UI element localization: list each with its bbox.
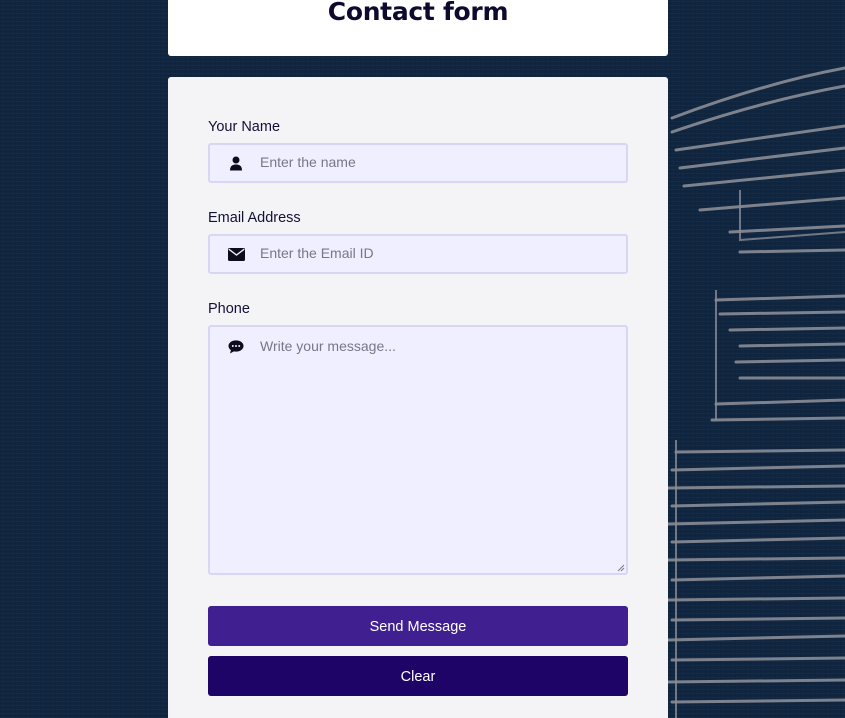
email-field[interactable]: Enter the Email ID (208, 234, 628, 274)
message-label: Phone (208, 301, 250, 317)
name-placeholder: Enter the name (260, 154, 356, 170)
name-label: Your Name (208, 119, 281, 135)
message-textarea[interactable]: Write your message... (208, 325, 628, 575)
envelope-icon (226, 244, 246, 264)
email-placeholder: Enter the Email ID (260, 245, 374, 261)
email-label: Email Address (208, 210, 301, 226)
contact-form: Your Name Enter the name Email Address E… (168, 77, 668, 718)
send-message-button[interactable]: Send Message (208, 606, 628, 646)
clear-button[interactable]: Clear (208, 656, 628, 696)
message-placeholder: Write your message... (260, 338, 396, 354)
resize-grip-icon[interactable] (616, 563, 625, 572)
chat-bubble-icon (226, 337, 246, 357)
header-card: Contact form (168, 0, 668, 56)
user-icon (226, 153, 246, 173)
page-title: Contact form (327, 0, 509, 26)
name-field[interactable]: Enter the name (208, 143, 628, 183)
